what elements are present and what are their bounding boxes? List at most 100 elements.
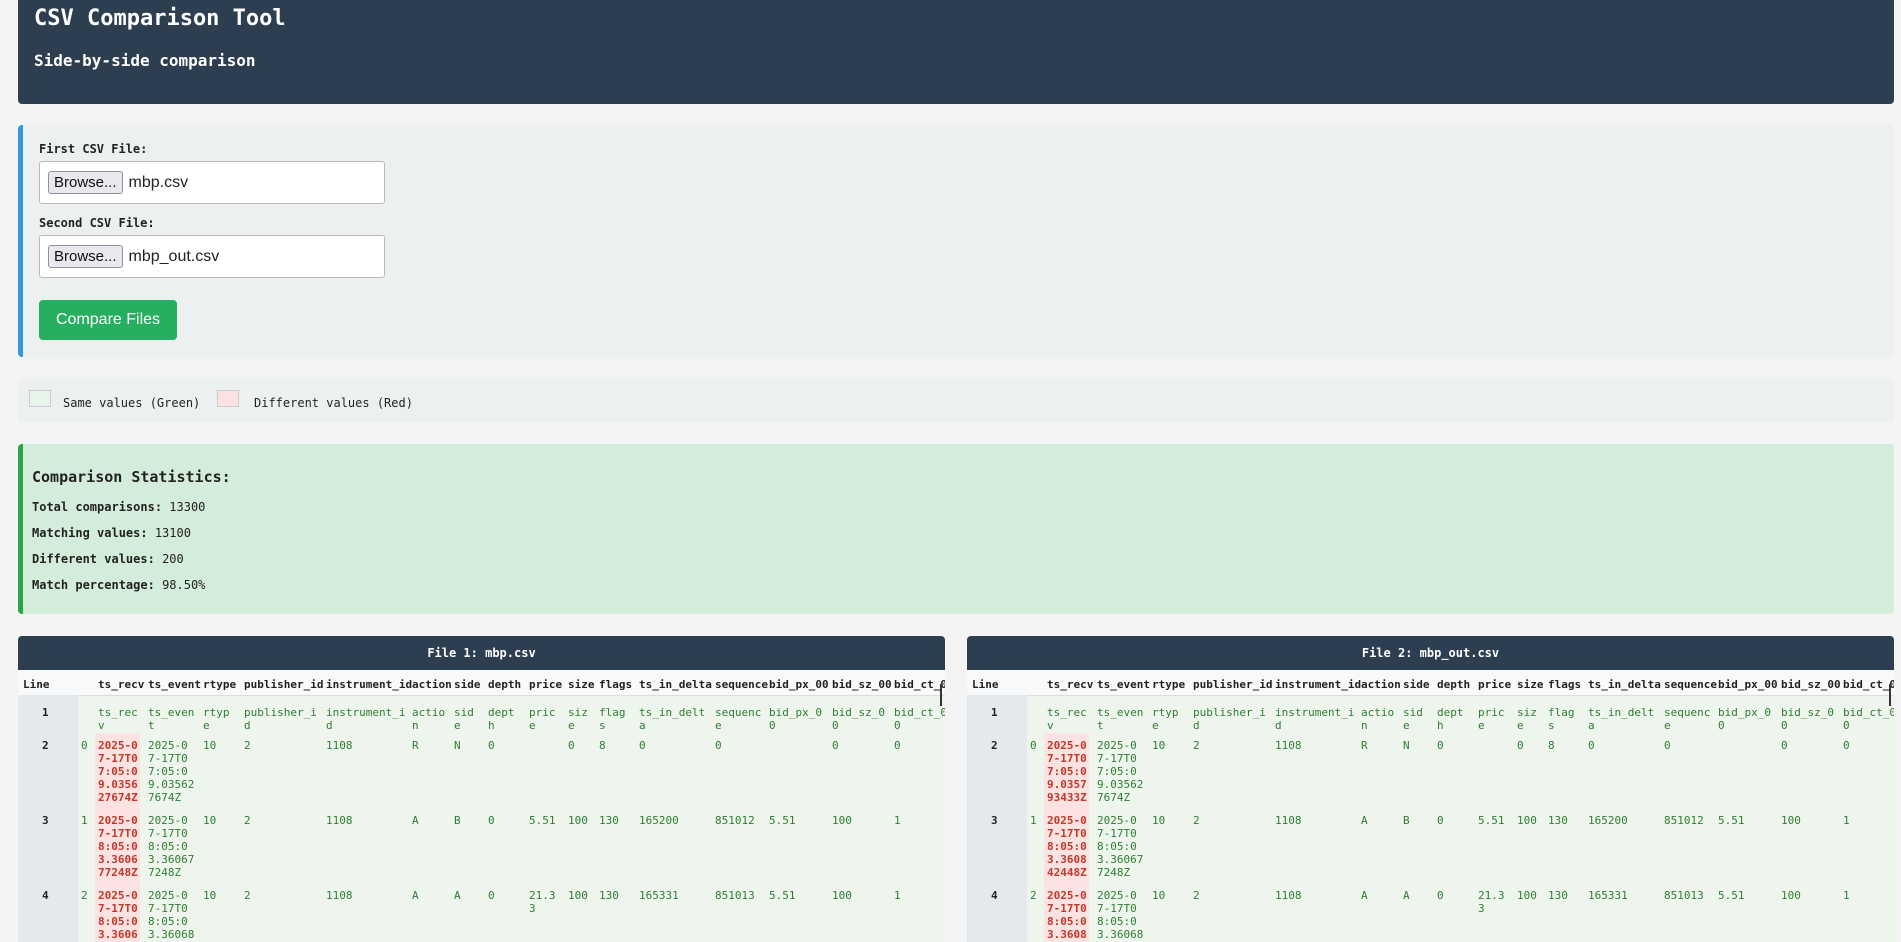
column-header-flags[interactable]: flags [599,678,632,691]
table-cell: dept h [1437,706,1464,732]
row-index: 0 [1030,739,1037,752]
column-header-bid_px_00[interactable]: bid_px_00 [1718,678,1778,691]
column-header-ts_event[interactable]: ts_event [148,678,201,691]
table-cell: 0 [488,814,495,827]
column-header-bid_sz_00[interactable]: bid_sz_00 [1781,678,1841,691]
column-header-depth[interactable]: depth [488,678,521,691]
table-cell: actio n [412,706,446,732]
second-browse-button[interactable]: Browse... [48,245,123,268]
page-subtitle: Side-by-side comparison [34,51,256,70]
table-cell: A [412,814,419,827]
diff-cell: 2025-0 7-17T0 8:05:0 3.3608 [1047,889,1087,941]
table-cell: 0 [568,739,575,752]
column-header-bid_ct_00[interactable]: bid_ct_00 [1843,678,1894,691]
table-cell: rtyp e [203,706,230,732]
column-header-bid_sz_00[interactable]: bid_sz_00 [832,678,892,691]
table-cell: ts_in_delt a [639,706,706,732]
file2-panel[interactable]: File 2: mbp_out.csv Line ts_recv ts_event r… [967,636,1894,942]
table-cell: 8 [1548,739,1555,752]
table-cell: A [454,889,461,902]
column-header-sequence[interactable]: sequence [715,678,768,691]
column-header-depth[interactable]: depth [1437,678,1470,691]
column-header-Line[interactable]: Line [972,678,999,691]
column-header-size[interactable]: size [1517,678,1544,691]
column-header-rtype[interactable]: rtype [1152,678,1185,691]
table-cell: 0 [1437,814,1444,827]
table-cell: 0 [832,739,839,752]
column-header-side[interactable]: side [1403,678,1430,691]
table-cell: ts_rec v [1047,706,1087,732]
column-header-price[interactable]: price [1478,678,1511,691]
table-cell: bid_px_0 0 [1718,706,1771,732]
table-cell: 2 [1193,814,1200,827]
table-cell: sequenc e [1664,706,1711,732]
column-header-publisher_id[interactable]: publisher_id [244,678,323,691]
column-header-instrument_id[interactable]: instrument_id [326,678,412,691]
stat-different: Different values: 200 [32,552,184,566]
column-header-Line[interactable]: Line [23,678,50,691]
table-cell: bid_px_0 0 [769,706,822,732]
column-header-side[interactable]: side [454,678,481,691]
column-header-ts_recv[interactable]: ts_recv [1047,678,1093,691]
diff-swatch [217,390,239,407]
table-cell: 21.3 3 [529,889,556,915]
column-header-action[interactable]: action [1361,678,1401,691]
table-cell: 165200 [1588,814,1628,827]
column-header-ts_in_delta[interactable]: ts_in_delta [639,678,712,691]
first-browse-button[interactable]: Browse... [48,171,123,194]
column-header-sequence[interactable]: sequence [1664,678,1717,691]
horizontal-scroll-handle[interactable] [1889,684,1891,706]
table-cell: sid e [454,706,474,732]
table-cell: 851012 [715,814,755,827]
column-header-ts_in_delta[interactable]: ts_in_delta [1588,678,1661,691]
table-cell: B [1403,814,1410,827]
column-header-ts_recv[interactable]: ts_recv [98,678,144,691]
table-cell: dept h [488,706,515,732]
column-header-row: Line ts_recv ts_event rtype publisher_id inst… [967,670,1894,696]
legend: Same values (Green) Different values (Re… [18,379,1894,422]
compare-files-button[interactable]: Compare Files [39,300,177,340]
comparison-statistics: Comparison Statistics: Total comparisons… [18,444,1894,614]
table-cell: 2 [244,739,251,752]
column-header-rtype[interactable]: rtype [203,678,236,691]
column-header-bid_px_00[interactable]: bid_px_00 [769,678,829,691]
table-cell: 1 [1843,889,1850,902]
column-header-publisher_id[interactable]: publisher_id [1193,678,1272,691]
column-header-bid_ct_00[interactable]: bid_ct_00 [894,678,945,691]
column-header-instrument_id[interactable]: instrument_id [1275,678,1361,691]
column-header-price[interactable]: price [529,678,562,691]
upload-section: First CSV File: Browse... mbp.csv Second… [18,125,1894,357]
row-index: 2 [81,889,88,902]
table-cell: 165200 [639,814,679,827]
table-cell: 100 [1781,814,1801,827]
table-cell: 5.51 [1478,814,1505,827]
second-file-input[interactable]: Browse... mbp_out.csv [39,235,385,278]
table-cell: 0 [715,739,722,752]
table-cell: 10 [1152,814,1166,827]
file2-panel-title: File 2: mbp_out.csv [967,636,1894,670]
column-header-ts_event[interactable]: ts_event [1097,678,1150,691]
table-cell: 2 [1193,889,1200,902]
file1-panel[interactable]: File 1: mbp.csv Line ts_recv ts_event rtype… [18,636,945,942]
table-cell: 1108 [326,739,353,752]
table-cell: 0 [1437,739,1444,752]
table-cell: 2025-0 7-17T0 8:05:0 3.36068 [1097,889,1144,941]
line-number: 3 [42,814,49,827]
table-cell: 2 [244,814,251,827]
same-legend-label: Same values (Green) [63,396,201,410]
column-header-action[interactable]: action [412,678,452,691]
table-cell: 100 [1517,889,1537,902]
line-number: 2 [991,739,998,752]
column-header-flags[interactable]: flags [1548,678,1581,691]
table-cell: ts_even t [1097,706,1144,732]
table-cell: 100 [1781,889,1801,902]
table-cell: B [454,814,461,827]
table-cell: 2 [1193,739,1200,752]
column-header-size[interactable]: size [568,678,595,691]
table-cell: 1 [894,889,901,902]
table-cell: siz e [1517,706,1537,732]
first-file-input[interactable]: Browse... mbp.csv [39,161,385,204]
table-cell: rtyp e [1152,706,1179,732]
horizontal-scroll-handle[interactable] [940,684,942,706]
table-cell: ts_in_delt a [1588,706,1655,732]
